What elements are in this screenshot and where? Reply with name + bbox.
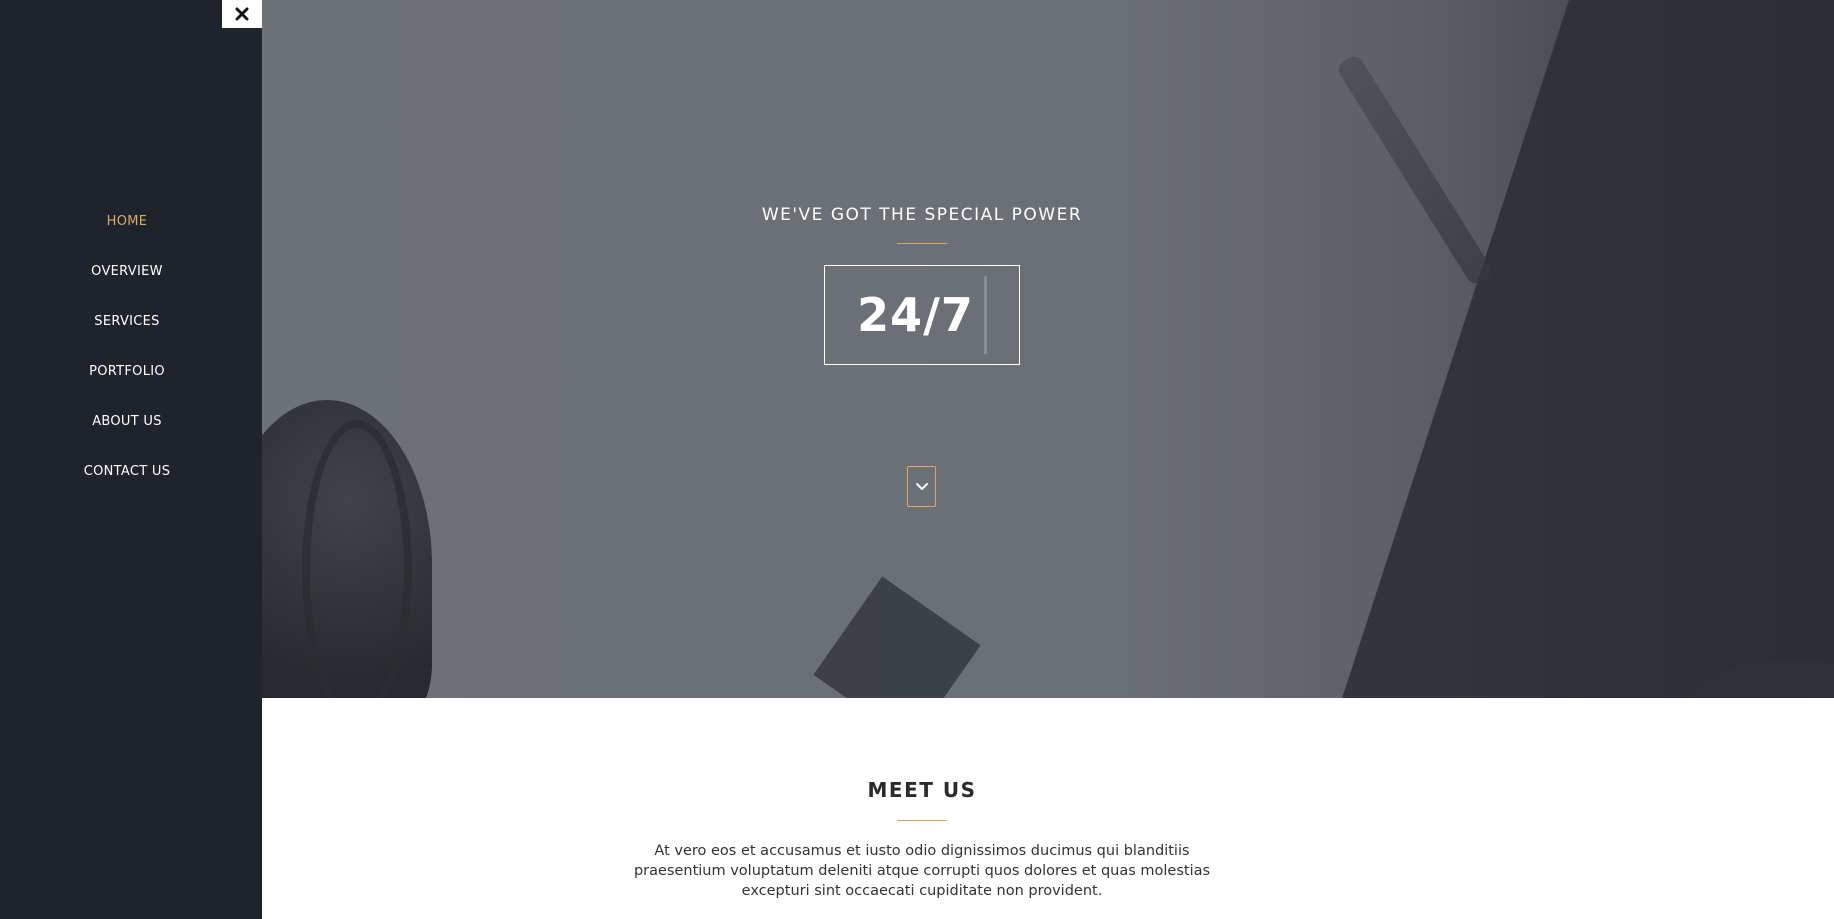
scroll-down-button[interactable] <box>907 466 936 507</box>
typing-cursor <box>983 276 987 354</box>
meet-us-section: MEET US At vero eos et accusamus et iust… <box>262 698 1834 919</box>
nav-link-services[interactable]: SERVICES <box>94 314 159 329</box>
sidebar-item-about-us: ABOUT US <box>0 396 254 446</box>
section-description: At vero eos et accusamus et iusto odio d… <box>633 843 1211 899</box>
nav-link-portfolio[interactable]: PORTFOLIO <box>89 364 165 379</box>
sidebar-item-contact-us: CONTACT US <box>0 446 254 496</box>
nav-link-about-us[interactable]: ABOUT US <box>92 414 162 429</box>
hero-divider <box>897 243 947 244</box>
hero-highlight-box: 24/7 <box>824 265 1020 365</box>
nav-link-home[interactable]: HOME <box>107 214 148 229</box>
sidebar: HOME OVERVIEW SERVICES PORTFOLIO ABOUT U… <box>0 0 262 919</box>
page: HOME OVERVIEW SERVICES PORTFOLIO ABOUT U… <box>0 0 1834 919</box>
close-menu-button[interactable] <box>222 0 262 28</box>
chevron-down-icon <box>915 482 928 490</box>
hero-tagline: WE'VE GOT THE SPECIAL POWER <box>761 205 1083 225</box>
sidebar-nav: HOME OVERVIEW SERVICES PORTFOLIO ABOUT U… <box>0 196 254 496</box>
nav-link-contact-us[interactable]: CONTACT US <box>84 464 171 479</box>
section-divider <box>897 820 947 821</box>
sidebar-item-services: SERVICES <box>0 296 254 346</box>
sidebar-item-overview: OVERVIEW <box>0 246 254 296</box>
close-icon <box>235 7 249 21</box>
hero-background-shape <box>1322 0 1834 698</box>
hero-background-shadow <box>813 576 981 698</box>
hero-section: WE'VE GOT THE SPECIAL POWER 24/7 <box>262 0 1834 698</box>
hero-background-pen <box>1335 52 1495 288</box>
sidebar-item-portfolio: PORTFOLIO <box>0 346 254 396</box>
hero-highlight-text: 24/7 <box>857 288 974 342</box>
sidebar-item-home: HOME <box>0 196 254 246</box>
nav-link-overview[interactable]: OVERVIEW <box>91 264 163 279</box>
section-title: MEET US <box>867 778 977 802</box>
